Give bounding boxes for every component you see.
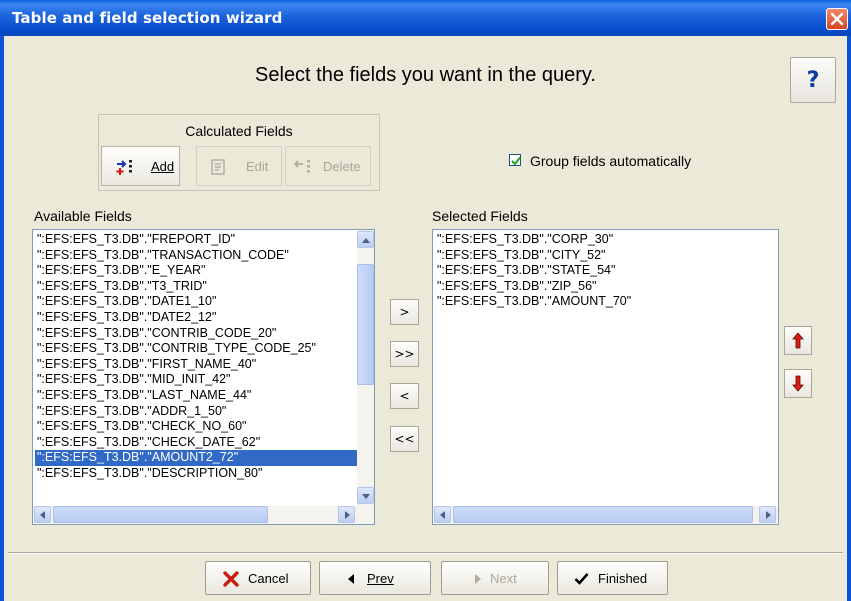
close-icon <box>830 12 844 26</box>
remove-all-fields-button[interactable]: << <box>390 426 419 452</box>
scroll-up-button[interactable] <box>357 231 374 248</box>
list-item[interactable]: ":EFS:EFS_T3.DB"."CORP_30" <box>435 232 775 248</box>
next-label: Next <box>490 571 517 586</box>
selected-horizontal-scrollbar[interactable] <box>433 506 778 524</box>
move-up-button[interactable] <box>784 326 812 355</box>
up-arrow-icon <box>362 238 370 243</box>
scroll-thumb-horizontal[interactable] <box>453 506 753 523</box>
footer-divider <box>8 552 843 554</box>
wizard-window: Table and field selection wizard Select … <box>0 0 851 601</box>
list-item[interactable]: ":EFS:EFS_T3.DB"."CHECK_NO_60" <box>35 419 357 435</box>
window-border-left <box>0 36 4 601</box>
finished-button[interactable]: Finished <box>557 561 668 595</box>
list-item[interactable]: ":EFS:EFS_T3.DB"."CONTRIB_TYPE_CODE_25" <box>35 341 357 357</box>
scroll-down-button[interactable] <box>357 487 374 504</box>
scroll-right-button[interactable] <box>759 506 776 523</box>
list-item[interactable]: ":EFS:EFS_T3.DB"."E_YEAR" <box>35 263 357 279</box>
help-button[interactable]: ? <box>790 57 836 103</box>
list-item[interactable]: ":EFS:EFS_T3.DB"."DATE2_12" <box>35 310 357 326</box>
right-arrow-icon <box>345 511 350 519</box>
left-arrow-icon <box>40 511 45 519</box>
add-label: Add <box>151 159 175 174</box>
move-down-button[interactable] <box>784 369 812 398</box>
list-item[interactable]: ":EFS:EFS_T3.DB"."FIRST_NAME_40" <box>35 357 357 373</box>
scroll-right-button[interactable] <box>338 506 355 523</box>
help-icon: ? <box>806 68 820 93</box>
list-item[interactable]: ":EFS:EFS_T3.DB"."MID_INIT_42" <box>35 372 357 388</box>
add-calculated-button[interactable]: Add <box>101 146 180 186</box>
selected-fields-label: Selected Fields <box>432 208 528 224</box>
red-down-arrow-icon <box>792 375 804 392</box>
cancel-x-icon <box>223 571 239 587</box>
add-all-fields-button[interactable]: >> <box>390 341 419 367</box>
edit-calculated-button[interactable]: Edit <box>196 146 282 186</box>
add-field-button[interactable]: > <box>390 299 419 325</box>
prev-button[interactable]: Prev <box>319 561 431 595</box>
list-item[interactable]: ":EFS:EFS_T3.DB"."AMOUNT_70" <box>435 294 775 310</box>
checkmark-icon <box>511 156 521 166</box>
list-item[interactable]: ":EFS:EFS_T3.DB"."FREPORT_ID" <box>35 232 357 248</box>
list-item[interactable]: ":EFS:EFS_T3.DB"."CITY_52" <box>435 248 775 264</box>
list-item[interactable]: ":EFS:EFS_T3.DB"."DATE1_10" <box>35 294 357 310</box>
left-arrow-icon <box>440 511 445 519</box>
list-item[interactable]: ":EFS:EFS_T3.DB"."TRANSACTION_CODE" <box>35 248 357 264</box>
prev-arrow-icon <box>348 574 354 584</box>
list-item[interactable]: ":EFS:EFS_T3.DB"."ADDR_1_50" <box>35 404 357 420</box>
available-fields-list[interactable]: ":EFS:EFS_T3.DB"."FREPORT_ID" ":EFS:EFS_T… <box>32 229 375 525</box>
red-up-arrow-icon <box>792 332 804 349</box>
list-item[interactable]: ":EFS:EFS_T3.DB"."T3_TRID" <box>35 279 357 295</box>
remove-field-button[interactable]: < <box>390 383 419 409</box>
next-arrow-icon <box>475 574 481 584</box>
finished-label: Finished <box>598 571 648 586</box>
list-item[interactable]: ":EFS:EFS_T3.DB"."AMOUNT2_72" <box>35 450 357 466</box>
scroll-left-button[interactable] <box>434 506 451 523</box>
checkmark-icon <box>574 573 589 585</box>
next-button[interactable]: Next <box>441 561 549 595</box>
scroll-thumb[interactable] <box>357 264 374 385</box>
list-item[interactable]: ":EFS:EFS_T3.DB"."ZIP_56" <box>435 279 775 295</box>
cancel-button[interactable]: Cancel <box>205 561 311 595</box>
delete-calculated-button[interactable]: Delete <box>285 146 371 186</box>
calculated-fields-title: Calculated Fields <box>185 123 293 139</box>
list-item[interactable]: ":EFS:EFS_T3.DB"."DESCRIPTION_80" <box>35 466 357 482</box>
delete-label: Delete <box>323 159 361 174</box>
cancel-label: Cancel <box>248 571 289 586</box>
available-vertical-scrollbar[interactable] <box>357 230 374 506</box>
page-heading: Select the fields you want in the query. <box>255 64 596 86</box>
title-bar[interactable]: Table and field selection wizard <box>0 0 851 36</box>
list-item[interactable]: ":EFS:EFS_T3.DB"."STATE_54" <box>435 263 775 279</box>
close-button[interactable] <box>826 8 848 30</box>
window-title: Table and field selection wizard <box>12 9 283 27</box>
add-field-icon <box>116 160 132 175</box>
selected-fields-list[interactable]: ":EFS:EFS_T3.DB"."CORP_30" ":EFS:EFS_T3.D… <box>432 229 779 525</box>
scroll-thumb-horizontal[interactable] <box>53 506 268 523</box>
list-item[interactable]: ":EFS:EFS_T3.DB"."LAST_NAME_44" <box>35 388 357 404</box>
available-horizontal-scrollbar[interactable] <box>33 506 374 524</box>
delete-field-icon <box>294 160 310 173</box>
list-item[interactable]: ":EFS:EFS_T3.DB"."CHECK_DATE_62" <box>35 435 357 451</box>
list-item[interactable]: ":EFS:EFS_T3.DB"."CONTRIB_CODE_20" <box>35 326 357 342</box>
available-fields-label: Available Fields <box>34 208 132 224</box>
edit-icon <box>211 159 225 175</box>
group-fields-label: Group fields automatically <box>530 153 692 169</box>
edit-label: Edit <box>246 159 269 174</box>
prev-label: Prev <box>367 571 394 586</box>
down-arrow-icon <box>362 494 370 499</box>
window-border-right <box>847 36 851 601</box>
right-arrow-icon <box>766 511 771 519</box>
checkbox-box[interactable] <box>509 154 521 166</box>
scroll-left-button[interactable] <box>34 506 51 523</box>
